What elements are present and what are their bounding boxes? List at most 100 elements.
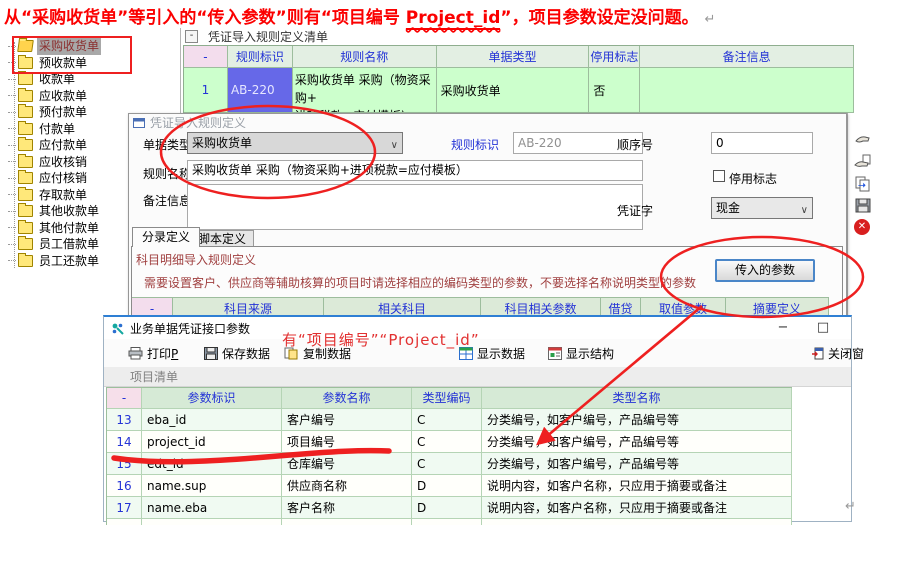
tree-connector [8, 211, 16, 212]
folder-icon [18, 90, 33, 102]
project-list-bar: 项目清单 [104, 367, 851, 387]
rule-name-label: 规则名称 [143, 165, 191, 182]
cell-rule-id-selected[interactable]: AB-220 [228, 68, 293, 113]
col-rule-name: 规则名称 [293, 46, 437, 68]
col-rownum: - [184, 46, 228, 68]
doc-type-dropdown[interactable]: 采购收货单∨ [187, 132, 403, 154]
doc-type-label: 单据类型 [143, 136, 191, 153]
tree-connector [8, 161, 16, 162]
detail-hint: 需要设置客户、供应商等辅助核算的项目时请选择相应的编码类型的参数，不要选择名称说… [144, 274, 696, 291]
tree-connector [8, 79, 16, 80]
tree-connector [8, 227, 16, 228]
save-data-button[interactable]: 保存数据 [204, 339, 270, 367]
tree-item-receivable[interactable]: 应收款单 [0, 88, 180, 105]
tree-connector [8, 112, 16, 113]
param-row-project-id[interactable]: 14 project_id 项目编号 C 分类编号，如客户编号，产品编号等 [107, 431, 792, 453]
col-remark: 备注信息 [640, 46, 854, 68]
params-table: - 参数标识 参数名称 类型编码 类型名称 13 eba_id 客户编号 C 分… [106, 387, 792, 525]
folder-icon [18, 255, 33, 267]
tree-item-advance-receipt[interactable]: 预收款单 [0, 55, 180, 72]
tree-connector [8, 62, 16, 63]
voucher-word-dropdown[interactable]: 现金∨ [711, 197, 813, 219]
window-icon [133, 118, 145, 128]
param-row-name-sup[interactable]: 16 name.sup 供应商名称 D 说明内容，如客户名称，只应用于摘要或备注 [107, 475, 792, 497]
tree-connector [8, 46, 16, 47]
save-icon [204, 347, 218, 360]
incoming-params-button[interactable]: 传入的参数 [715, 259, 815, 282]
annotation-note: 有“项目编号”“Project_id” [282, 329, 480, 350]
folder-icon [18, 106, 33, 118]
param-row-eba-id[interactable]: 13 eba_id 客户编号 C 分类编号，如客户编号，产品编号等 [107, 409, 792, 431]
rule-dialog-titlebar[interactable]: 凭证导入规则定义 [129, 114, 846, 131]
save-icon[interactable] [854, 197, 872, 215]
tree-item-receipt[interactable]: 收款单 [0, 71, 180, 88]
headline-keyword: Project_id [406, 8, 501, 30]
tree-connector [8, 244, 16, 245]
screen: 从“采购收货单”等引入的“传入参数”则有“项目编号 Project_id”，项目… [0, 0, 909, 582]
close-window-button[interactable]: 关闭窗 [811, 339, 864, 367]
point-hand-icon[interactable] [854, 131, 872, 149]
sequence-field[interactable]: 0 [711, 132, 813, 154]
chevron-down-icon: ∨ [391, 136, 398, 154]
collapse-icon[interactable]: - [185, 30, 198, 43]
col-param-id: 参数标识 [142, 388, 282, 409]
folder-icon [18, 189, 33, 201]
sequence-label: 顺序号 [617, 136, 653, 153]
print-button[interactable]: 打印P [128, 339, 178, 367]
rules-table-header: - 规则标识 规则名称 单据类型 停用标志 备注信息 [184, 46, 854, 68]
cell-disabled-flag: 否 [589, 68, 640, 113]
tab-entry-definition[interactable]: 分录定义 [132, 227, 200, 247]
maximize-button[interactable]: □ [812, 318, 834, 338]
delete-icon[interactable]: ✕ [854, 219, 870, 235]
paragraph-mark: ↵ [705, 12, 716, 27]
col-type-code: 类型编码 [412, 388, 482, 409]
col-type-name: 类型名称 [482, 388, 792, 409]
headline-prefix: 从“采购收货单”等引入的“传入参数”则有“项目编号 [4, 8, 406, 28]
cell-doc-type: 采购收货单 [437, 68, 590, 113]
cell-rownum: 1 [184, 68, 228, 113]
headline-suffix: ”，项目参数设定没问题。 [500, 8, 698, 28]
disable-checkbox[interactable] [713, 170, 725, 182]
point-hand-page-icon[interactable] [854, 153, 872, 171]
tree-connector [8, 128, 16, 129]
headline-note: 从“采购收货单”等引入的“传入参数”则有“项目编号 Project_id”，项目… [4, 3, 906, 28]
open-folder-icon [17, 40, 34, 52]
folder-icon [18, 156, 33, 168]
tree-connector [8, 145, 16, 146]
tree-connector [8, 178, 16, 179]
col-rownum: - [107, 388, 142, 409]
rule-name-field[interactable]: 采购收货单 采购（物资采购+进项税款=应付模板） [187, 160, 643, 181]
rules-list-caption: - 凭证导入规则定义清单 [183, 28, 854, 45]
entry-definition-panel: 科目明细导入规则定义 需要设置客户、供应商等辅助核算的项目时请选择相应的编码类型… [131, 246, 843, 319]
folder-icon [18, 205, 33, 217]
printer-icon [128, 347, 143, 360]
rules-table-row[interactable]: 1 AB-220 采购收货单 采购（物资采购+进项税款=应付模板) 采购收货单 … [184, 68, 854, 113]
col-rule-id: 规则标识 [228, 46, 293, 68]
structure-icon [548, 347, 562, 360]
folder-icon [18, 57, 33, 69]
folder-icon [18, 139, 33, 151]
show-structure-button[interactable]: 显示结构 [548, 339, 614, 367]
disable-label: 停用标志 [729, 170, 777, 187]
tree-connector [8, 194, 16, 195]
tree-item-purchase-receipt[interactable]: 采购收货单 [0, 38, 180, 55]
chevron-down-icon: ∨ [801, 201, 808, 219]
rule-dialog-title: 凭证导入规则定义 [150, 114, 246, 131]
tree-connector [8, 95, 16, 96]
right-toolbar: ✕ [847, 113, 908, 318]
rules-table: - 规则标识 规则名称 单据类型 停用标志 备注信息 1 AB-220 采购收货… [183, 45, 854, 113]
remark-field[interactable] [187, 184, 643, 230]
paragraph-mark: ↵ [845, 499, 856, 514]
copy-import-icon[interactable] [854, 175, 872, 193]
param-row-edt-id[interactable]: 15 edt_id 仓库编号 C 分类编号，如客户编号，产品编号等 [107, 453, 792, 475]
col-disabled: 停用标志 [589, 46, 640, 68]
params-table-header: - 参数标识 参数名称 类型编码 类型名称 [107, 388, 792, 409]
remark-label: 备注信息 [143, 192, 191, 209]
voucher-word-label: 凭证字 [617, 202, 653, 219]
param-row-name-eba[interactable]: 17 name.eba 客户名称 D 说明内容，如客户名称，只应用于摘要或备注 [107, 497, 792, 519]
close-window-icon [811, 347, 824, 360]
detail-section-title: 科目明细导入规则定义 [136, 251, 256, 268]
folder-icon [18, 238, 33, 250]
minimize-button[interactable]: − [772, 318, 794, 338]
params-window-title: 业务单据凭证接口参数 [130, 320, 250, 337]
